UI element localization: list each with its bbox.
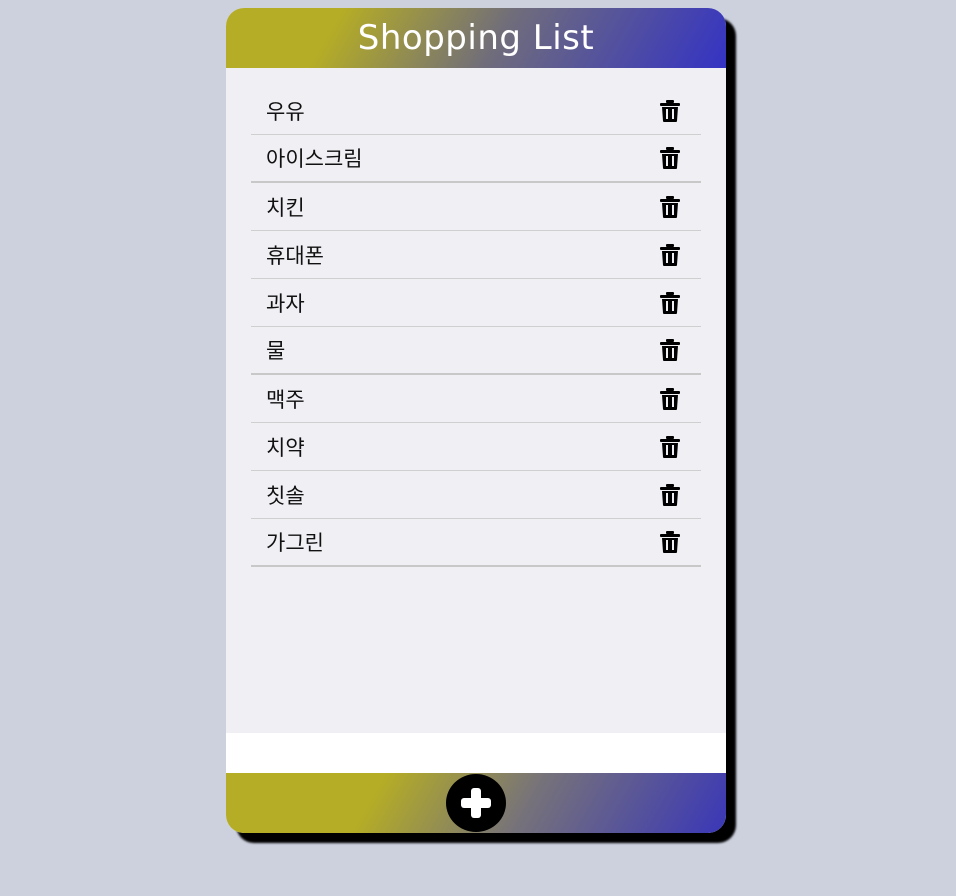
list-item: 칫솔 — [251, 471, 701, 519]
list-item: 과자 — [251, 279, 701, 327]
item-input-area[interactable] — [226, 733, 726, 773]
shopping-list: 우유 아이스크림 치킨 휴대폰 과자 물 맥주 치약 칫솔 가그린 — [251, 87, 701, 567]
trash-icon[interactable] — [659, 435, 681, 459]
item-label: 칫솔 — [266, 483, 305, 508]
list-item: 우유 — [251, 87, 701, 135]
list-item: 맥주 — [251, 375, 701, 423]
trash-icon[interactable] — [659, 291, 681, 315]
list-item: 아이스크림 — [251, 135, 701, 183]
item-label: 맥주 — [266, 387, 305, 412]
list-item: 가그린 — [251, 519, 701, 567]
shopping-list-card: Shopping List 우유 아이스크림 치킨 휴대폰 과자 물 맥주 치약… — [226, 8, 726, 833]
list-item: 치약 — [251, 423, 701, 471]
trash-icon[interactable] — [659, 99, 681, 123]
add-item-button[interactable] — [446, 774, 506, 832]
trash-icon[interactable] — [659, 530, 681, 554]
page-title: Shopping List — [357, 18, 595, 58]
trash-icon[interactable] — [659, 195, 681, 219]
item-label: 치킨 — [266, 195, 305, 220]
item-label: 휴대폰 — [266, 243, 324, 268]
item-label: 아이스크림 — [266, 147, 363, 171]
list-item: 물 — [251, 327, 701, 375]
footer — [226, 773, 726, 833]
trash-icon[interactable] — [659, 146, 681, 170]
trash-icon[interactable] — [659, 483, 681, 507]
trash-icon[interactable] — [659, 243, 681, 267]
item-label: 과자 — [266, 291, 305, 316]
plus-icon — [461, 788, 491, 818]
trash-icon[interactable] — [659, 387, 681, 411]
list-item: 휴대폰 — [251, 231, 701, 279]
item-label: 우유 — [266, 99, 305, 124]
trash-icon[interactable] — [659, 338, 681, 362]
list-area: 우유 아이스크림 치킨 휴대폰 과자 물 맥주 치약 칫솔 가그린 — [226, 68, 726, 733]
item-label: 가그린 — [266, 531, 324, 555]
item-label: 물 — [266, 339, 286, 363]
item-label: 치약 — [266, 435, 305, 460]
header: Shopping List — [226, 8, 726, 68]
list-item: 치킨 — [251, 183, 701, 231]
